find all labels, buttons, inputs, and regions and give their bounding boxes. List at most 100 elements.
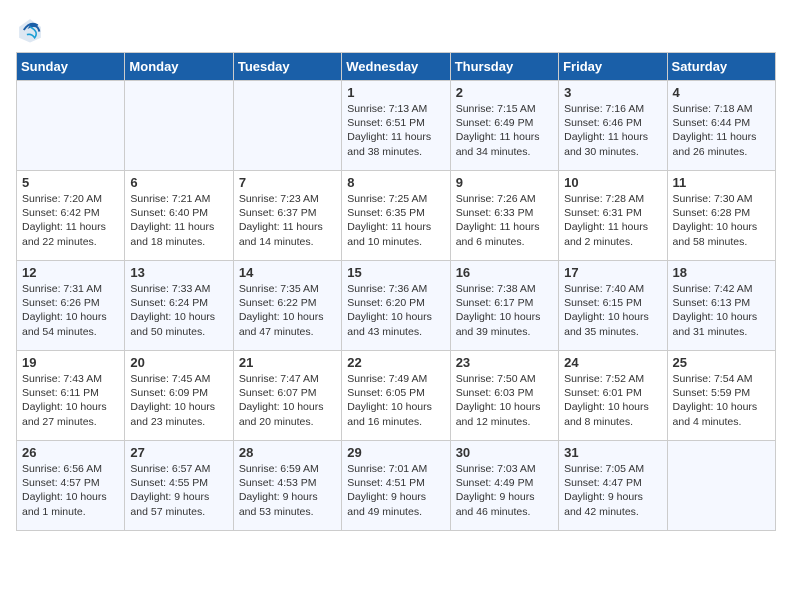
weekday-header-wednesday: Wednesday xyxy=(342,53,450,81)
calendar-cell: 27Sunrise: 6:57 AM Sunset: 4:55 PM Dayli… xyxy=(125,441,233,531)
calendar-cell: 16Sunrise: 7:38 AM Sunset: 6:17 PM Dayli… xyxy=(450,261,558,351)
calendar-cell: 19 Sunrise: 7:43 AM Sunset: 6:11 PM Dayli… xyxy=(17,351,125,441)
calendar-cell: 26Sunrise: 6:56 AM Sunset: 4:57 PM Dayli… xyxy=(17,441,125,531)
day-info: Sunrise: 7:21 AM Sunset: 6:40 PM Dayligh… xyxy=(130,193,214,248)
day-number: 3 xyxy=(564,85,661,100)
calendar-body: 1 Sunrise: 7:13 AM Sunset: 6:51 PM Daylig… xyxy=(17,81,776,531)
day-number: 5 xyxy=(22,175,119,190)
day-number: 8 xyxy=(347,175,444,190)
weekday-header-thursday: Thursday xyxy=(450,53,558,81)
day-info: Sunrise: 7:52 AM Sunset: 6:01 PM Dayligh… xyxy=(564,373,649,428)
day-info: Sunrise: 7:50 AM Sunset: 6:03 PM Dayligh… xyxy=(456,373,541,428)
day-info: Sunrise: 7:49 AM Sunset: 6:05 PM Dayligh… xyxy=(347,373,432,428)
day-info: Sunrise: 7:16 AM Sunset: 6:46 PM Dayligh… xyxy=(564,103,648,158)
calendar-week-5: 26Sunrise: 6:56 AM Sunset: 4:57 PM Dayli… xyxy=(17,441,776,531)
day-number: 23 xyxy=(456,355,553,370)
weekday-header-sunday: Sunday xyxy=(17,53,125,81)
calendar-cell: 12 Sunrise: 7:31 AM Sunset: 6:26 PM Dayli… xyxy=(17,261,125,351)
day-info: Sunrise: 7:43 AM Sunset: 6:11 PM Dayligh… xyxy=(22,373,107,428)
day-number: 28 xyxy=(239,445,336,460)
day-info: Sunrise: 7:13 AM Sunset: 6:51 PM Dayligh… xyxy=(347,103,431,158)
calendar-cell: 21Sunrise: 7:47 AM Sunset: 6:07 PM Dayli… xyxy=(233,351,341,441)
calendar-cell: 31 Sunrise: 7:05 AM Sunset: 4:47 PM Dayli… xyxy=(559,441,667,531)
weekday-header-tuesday: Tuesday xyxy=(233,53,341,81)
calendar-cell xyxy=(17,81,125,171)
calendar-week-4: 19 Sunrise: 7:43 AM Sunset: 6:11 PM Dayli… xyxy=(17,351,776,441)
day-number: 26 xyxy=(22,445,119,460)
day-info: Sunrise: 7:01 AM Sunset: 4:51 PM Dayligh… xyxy=(347,463,427,518)
day-number: 6 xyxy=(130,175,227,190)
calendar-cell: 30 Sunrise: 7:03 AM Sunset: 4:49 PM Dayli… xyxy=(450,441,558,531)
calendar-week-3: 12 Sunrise: 7:31 AM Sunset: 6:26 PM Dayli… xyxy=(17,261,776,351)
day-info: Sunrise: 7:42 AM Sunset: 6:13 PM Dayligh… xyxy=(673,283,758,338)
calendar-cell: 25 Sunrise: 7:54 AM Sunset: 5:59 PM Dayli… xyxy=(667,351,775,441)
day-number: 14 xyxy=(239,265,336,280)
day-number: 16 xyxy=(456,265,553,280)
day-number: 9 xyxy=(456,175,553,190)
calendar-cell: 13 Sunrise: 7:33 AM Sunset: 6:24 PM Dayli… xyxy=(125,261,233,351)
weekday-row: SundayMondayTuesdayWednesdayThursdayFrid… xyxy=(17,53,776,81)
day-number: 15 xyxy=(347,265,444,280)
day-info: Sunrise: 7:18 AM Sunset: 6:44 PM Dayligh… xyxy=(673,103,757,158)
day-info: Sunrise: 7:30 AM Sunset: 6:28 PM Dayligh… xyxy=(673,193,758,248)
page-header xyxy=(16,16,776,44)
day-number: 24 xyxy=(564,355,661,370)
calendar-cell: 4 Sunrise: 7:18 AM Sunset: 6:44 PM Daylig… xyxy=(667,81,775,171)
weekday-header-friday: Friday xyxy=(559,53,667,81)
day-number: 25 xyxy=(673,355,770,370)
day-number: 18 xyxy=(673,265,770,280)
day-info: Sunrise: 7:35 AM Sunset: 6:22 PM Dayligh… xyxy=(239,283,324,338)
calendar-cell: 18 Sunrise: 7:42 AM Sunset: 6:13 PM Dayli… xyxy=(667,261,775,351)
day-number: 12 xyxy=(22,265,119,280)
day-number: 1 xyxy=(347,85,444,100)
weekday-header-monday: Monday xyxy=(125,53,233,81)
calendar-cell xyxy=(125,81,233,171)
day-info: Sunrise: 7:40 AM Sunset: 6:15 PM Dayligh… xyxy=(564,283,649,338)
day-info: Sunrise: 7:03 AM Sunset: 4:49 PM Dayligh… xyxy=(456,463,536,518)
calendar-cell: 8 Sunrise: 7:25 AM Sunset: 6:35 PM Daylig… xyxy=(342,171,450,261)
day-info: Sunrise: 7:26 AM Sunset: 6:33 PM Dayligh… xyxy=(456,193,540,248)
calendar-table: SundayMondayTuesdayWednesdayThursdayFrid… xyxy=(16,52,776,531)
logo xyxy=(16,16,48,44)
day-info: Sunrise: 7:33 AM Sunset: 6:24 PM Dayligh… xyxy=(130,283,215,338)
calendar-cell: 6 Sunrise: 7:21 AM Sunset: 6:40 PM Daylig… xyxy=(125,171,233,261)
calendar-cell: 1 Sunrise: 7:13 AM Sunset: 6:51 PM Daylig… xyxy=(342,81,450,171)
day-number: 13 xyxy=(130,265,227,280)
calendar-cell: 9 Sunrise: 7:26 AM Sunset: 6:33 PM Daylig… xyxy=(450,171,558,261)
calendar-cell: 24 Sunrise: 7:52 AM Sunset: 6:01 PM Dayli… xyxy=(559,351,667,441)
day-number: 20 xyxy=(130,355,227,370)
day-number: 31 xyxy=(564,445,661,460)
calendar-cell: 2Sunrise: 7:15 AM Sunset: 6:49 PM Daylig… xyxy=(450,81,558,171)
day-info: Sunrise: 7:23 AM Sunset: 6:37 PM Dayligh… xyxy=(239,193,323,248)
day-number: 17 xyxy=(564,265,661,280)
calendar-cell: 5 Sunrise: 7:20 AM Sunset: 6:42 PM Daylig… xyxy=(17,171,125,261)
day-info: Sunrise: 7:31 AM Sunset: 6:26 PM Dayligh… xyxy=(22,283,107,338)
day-number: 4 xyxy=(673,85,770,100)
calendar-week-2: 5 Sunrise: 7:20 AM Sunset: 6:42 PM Daylig… xyxy=(17,171,776,261)
day-info: Sunrise: 7:20 AM Sunset: 6:42 PM Dayligh… xyxy=(22,193,106,248)
day-number: 2 xyxy=(456,85,553,100)
calendar-cell: 15Sunrise: 7:36 AM Sunset: 6:20 PM Dayli… xyxy=(342,261,450,351)
calendar-cell xyxy=(233,81,341,171)
day-info: Sunrise: 6:59 AM Sunset: 4:53 PM Dayligh… xyxy=(239,463,319,518)
day-info: Sunrise: 7:28 AM Sunset: 6:31 PM Dayligh… xyxy=(564,193,648,248)
calendar-cell: 28 Sunrise: 6:59 AM Sunset: 4:53 PM Dayli… xyxy=(233,441,341,531)
day-number: 22 xyxy=(347,355,444,370)
logo-icon xyxy=(16,16,44,44)
day-number: 11 xyxy=(673,175,770,190)
day-info: Sunrise: 7:25 AM Sunset: 6:35 PM Dayligh… xyxy=(347,193,431,248)
day-number: 29 xyxy=(347,445,444,460)
day-info: Sunrise: 7:05 AM Sunset: 4:47 PM Dayligh… xyxy=(564,463,644,518)
day-info: Sunrise: 7:47 AM Sunset: 6:07 PM Dayligh… xyxy=(239,373,324,428)
day-number: 19 xyxy=(22,355,119,370)
day-info: Sunrise: 7:54 AM Sunset: 5:59 PM Dayligh… xyxy=(673,373,758,428)
day-number: 30 xyxy=(456,445,553,460)
calendar-cell: 29 Sunrise: 7:01 AM Sunset: 4:51 PM Dayli… xyxy=(342,441,450,531)
calendar-cell: 7Sunrise: 7:23 AM Sunset: 6:37 PM Daylig… xyxy=(233,171,341,261)
calendar-cell: 17 Sunrise: 7:40 AM Sunset: 6:15 PM Dayli… xyxy=(559,261,667,351)
weekday-header-saturday: Saturday xyxy=(667,53,775,81)
calendar-cell: 3 Sunrise: 7:16 AM Sunset: 6:46 PM Daylig… xyxy=(559,81,667,171)
calendar-cell: 22 Sunrise: 7:49 AM Sunset: 6:05 PM Dayli… xyxy=(342,351,450,441)
calendar-cell: 10Sunrise: 7:28 AM Sunset: 6:31 PM Dayli… xyxy=(559,171,667,261)
calendar-cell: 14 Sunrise: 7:35 AM Sunset: 6:22 PM Dayli… xyxy=(233,261,341,351)
